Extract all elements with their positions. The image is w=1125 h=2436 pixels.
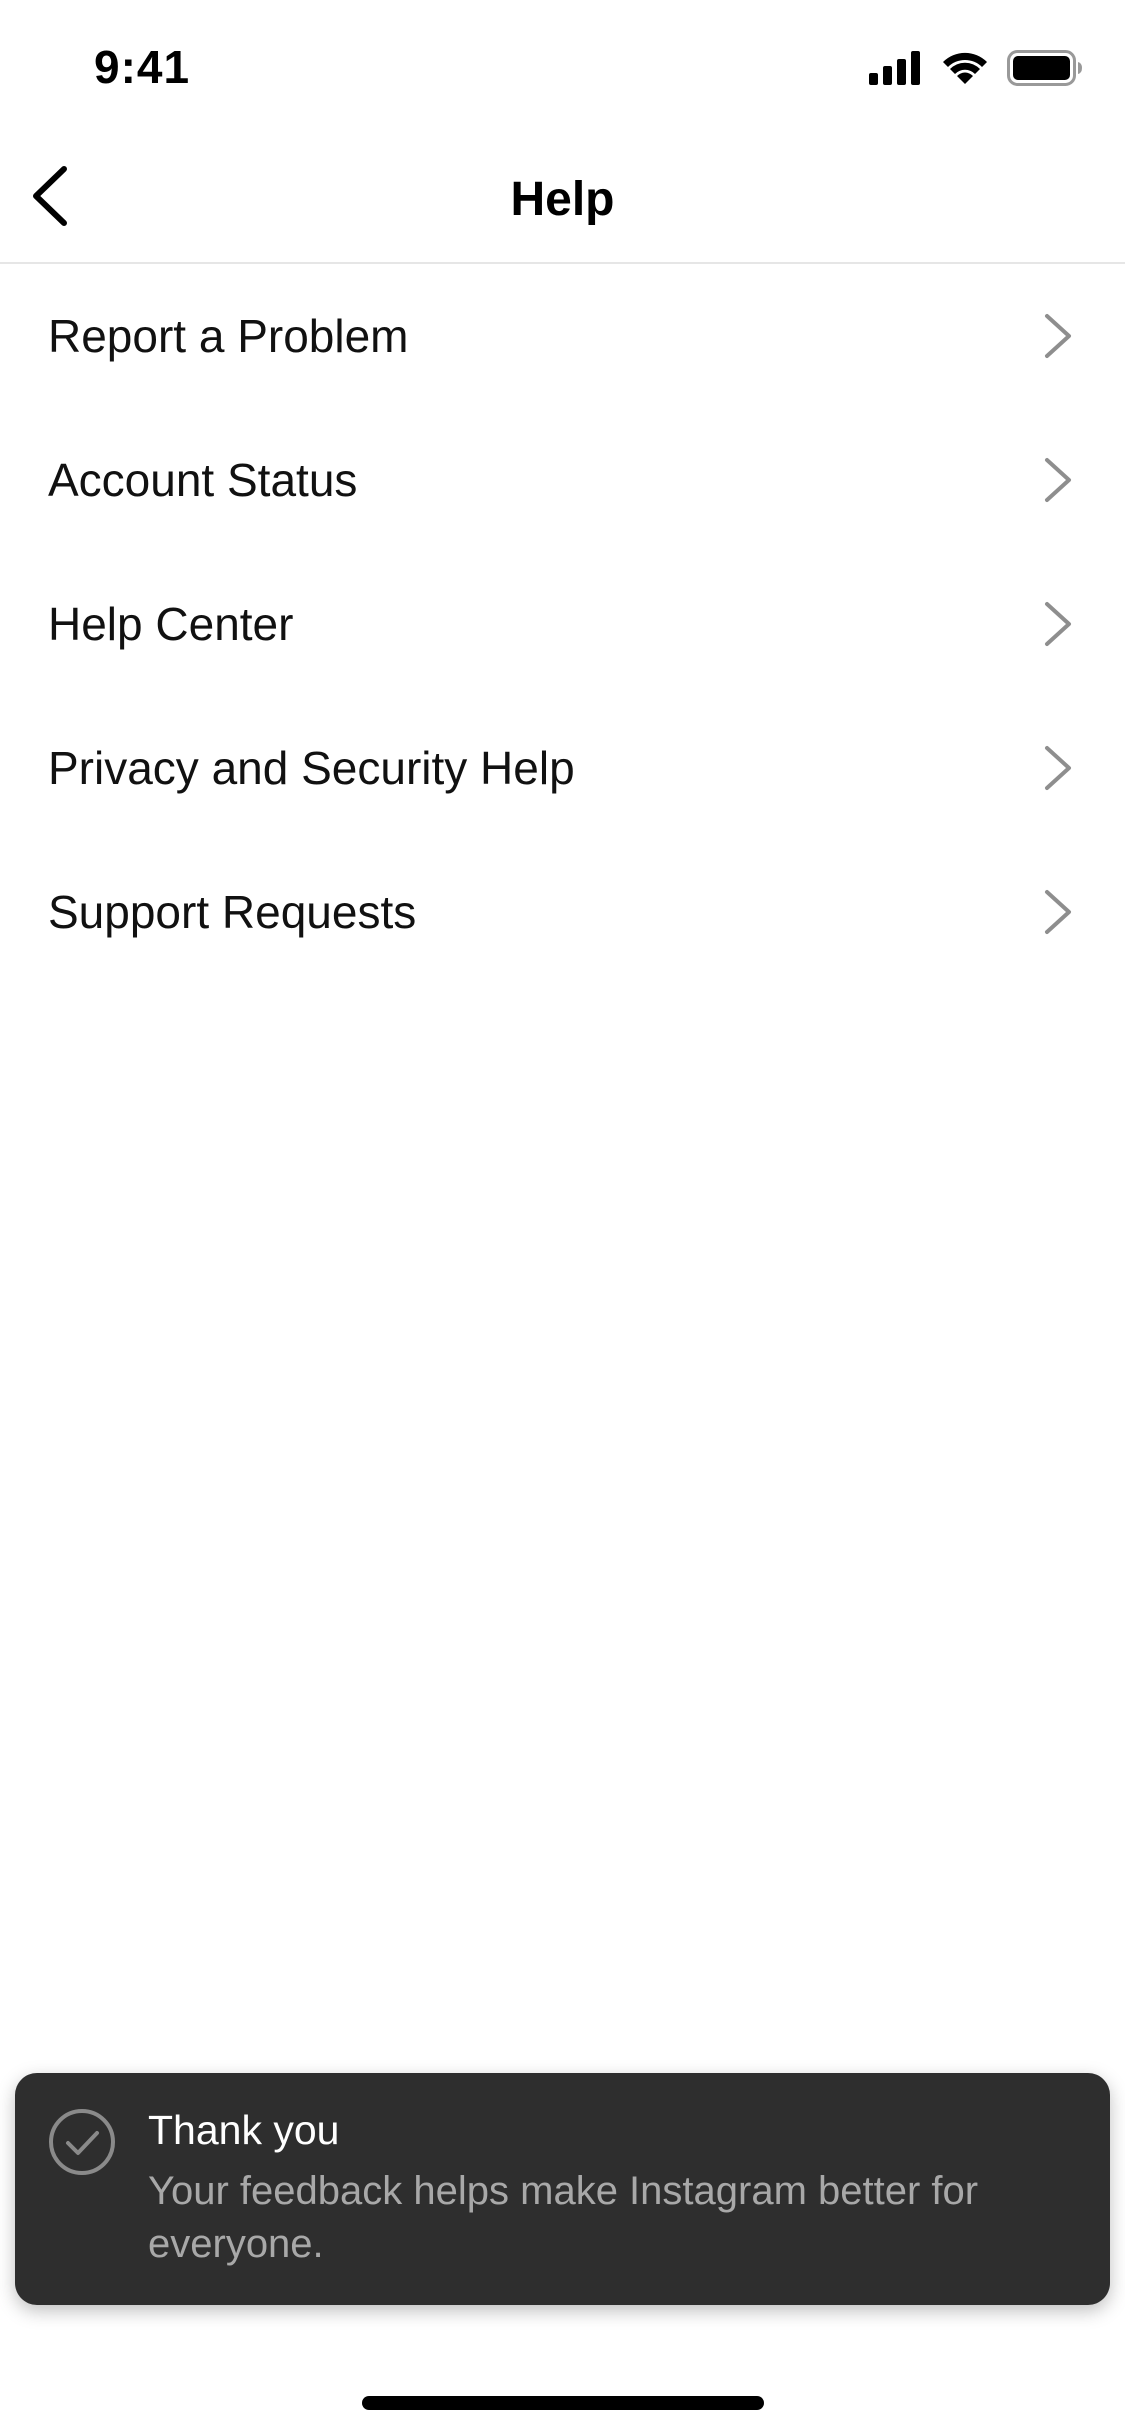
menu-item-label: Help Center	[48, 598, 294, 650]
menu-item-label: Support Requests	[48, 886, 417, 938]
status-bar: 9:41	[0, 0, 1125, 132]
home-indicator[interactable]	[362, 2396, 764, 2410]
status-icons	[869, 48, 1083, 92]
chevron-right-icon	[1045, 458, 1071, 502]
menu-item-label: Report a Problem	[48, 310, 409, 362]
menu-item-help-center[interactable]: Help Center	[0, 552, 1125, 696]
menu-item-report-a-problem[interactable]: Report a Problem	[0, 264, 1125, 408]
menu-item-label: Privacy and Security Help	[48, 742, 575, 794]
menu-item-account-status[interactable]: Account Status	[0, 408, 1125, 552]
menu-item-label: Account Status	[48, 454, 358, 506]
chevron-right-icon	[1045, 602, 1071, 646]
menu-item-privacy-and-security-help[interactable]: Privacy and Security Help	[0, 696, 1125, 840]
page-title: Help	[510, 173, 615, 226]
feedback-toast[interactable]: Thank you Your feedback helps make Insta…	[15, 2073, 1110, 2305]
wifi-icon	[941, 50, 989, 91]
toast-message: Your feedback helps make Instagram bette…	[148, 2169, 979, 2266]
help-menu-list: Report a Problem Account Status Help Cen…	[0, 264, 1125, 984]
check-circle-icon	[49, 2109, 115, 2175]
nav-header: Help	[0, 132, 1125, 264]
toast-title: Thank you	[148, 2107, 340, 2153]
battery-icon	[1007, 49, 1083, 91]
chevron-right-icon	[1045, 314, 1071, 358]
cellular-signal-icon	[869, 50, 923, 90]
status-time: 9:41	[94, 41, 191, 93]
chevron-right-icon	[1045, 890, 1071, 934]
menu-item-support-requests[interactable]: Support Requests	[0, 840, 1125, 984]
chevron-right-icon	[1045, 746, 1071, 790]
